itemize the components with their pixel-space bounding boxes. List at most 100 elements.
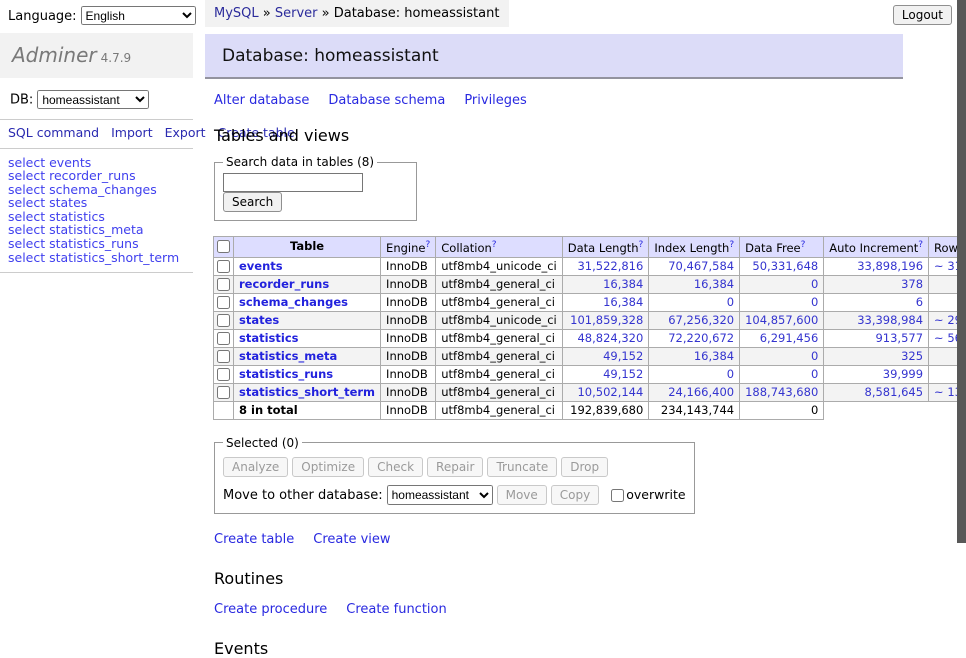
row-checkbox[interactable] xyxy=(217,386,230,399)
table-name-cell: events xyxy=(234,257,381,275)
breadcrumb-separator: » xyxy=(318,6,334,21)
column-help-link[interactable]: ? xyxy=(801,240,806,250)
database-action-link[interactable]: Alter database xyxy=(214,93,309,108)
sidebar-command-link[interactable]: Export xyxy=(165,125,206,140)
data-free-cell: 0 xyxy=(740,365,824,383)
data-length-cell: 49,152 xyxy=(562,365,649,383)
language-row: Language:English xyxy=(0,0,193,31)
table-name-link[interactable]: recorder_runs xyxy=(239,277,329,291)
routine-link[interactable]: Create function xyxy=(346,602,446,617)
column-help-link[interactable]: ? xyxy=(801,240,806,250)
analyze-button[interactable]: Analyze xyxy=(223,457,288,477)
index-length-cell: 67,256,320 xyxy=(649,311,740,329)
data-free-cell: 104,857,600 xyxy=(740,311,824,329)
table-name-link[interactable]: states xyxy=(239,313,279,327)
column-help-link[interactable]: ? xyxy=(729,240,734,250)
page-title: Database: homeassistant xyxy=(205,34,903,79)
collation-cell: utf8mb4_general_ci xyxy=(436,383,563,401)
engine-cell: InnoDB xyxy=(381,329,436,347)
row-checkbox[interactable] xyxy=(217,296,230,309)
breadcrumb-link[interactable]: Server xyxy=(275,6,318,21)
sidebar-select-link[interactable]: select states xyxy=(8,196,193,210)
selected-fieldset: Selected (0) AnalyzeOptimizeCheckRepairT… xyxy=(214,436,695,514)
database-action-link[interactable]: Database schema xyxy=(328,93,445,108)
logout-button[interactable]: Logout xyxy=(893,5,952,25)
sidebar-command-link[interactable]: SQL command xyxy=(8,125,99,140)
table-row: schema_changesInnoDButf8mb4_general_ci16… xyxy=(214,293,966,311)
db-select[interactable]: homeassistant xyxy=(37,90,149,109)
selected-actions: AnalyzeOptimizeCheckRepairTruncateDrop xyxy=(223,457,686,477)
table-name-link[interactable]: schema_changes xyxy=(239,295,348,309)
overwrite-checkbox[interactable] xyxy=(611,489,624,502)
table-name-link[interactable]: statistics xyxy=(239,331,299,345)
collation-cell: utf8mb4_unicode_ci xyxy=(436,311,563,329)
table-name-cell: statistics_short_term xyxy=(234,383,381,401)
truncate-button[interactable]: Truncate xyxy=(487,457,557,477)
table-name-link[interactable]: statistics_runs xyxy=(239,367,333,381)
table-total-row: 8 in totalInnoDButf8mb4_general_ci192,83… xyxy=(214,401,966,419)
sidebar-select-link[interactable]: select statistics xyxy=(8,210,193,224)
sidebar-select-link[interactable]: select statistics_runs xyxy=(8,237,193,251)
sidebar-select-link[interactable]: select statistics_meta xyxy=(8,223,193,237)
sidebar-select-link[interactable]: select events xyxy=(8,156,193,170)
check-button[interactable]: Check xyxy=(368,457,423,477)
column-help-link[interactable]: ? xyxy=(639,240,644,250)
database-action-link[interactable]: Privileges xyxy=(464,93,527,108)
sidebar-commands: SQL commandImportExportCreate table xyxy=(0,120,186,148)
column-help-link[interactable]: ? xyxy=(492,240,497,250)
table-name-link[interactable]: statistics_meta xyxy=(239,349,337,363)
data-length-cell: 101,859,328 xyxy=(562,311,649,329)
move-button[interactable]: Move xyxy=(497,485,547,505)
table-name-link[interactable]: statistics_short_term xyxy=(239,385,375,399)
breadcrumb: MySQL » Server » Database: homeassistant xyxy=(205,0,509,27)
move-db-select[interactable]: homeassistant xyxy=(387,485,493,505)
table-row: recorder_runsInnoDButf8mb4_general_ci16,… xyxy=(214,275,966,293)
row-checkbox[interactable] xyxy=(217,332,230,345)
column-help-link[interactable]: ? xyxy=(918,240,923,250)
search-button[interactable]: Search xyxy=(223,192,282,212)
column-help-link[interactable]: ? xyxy=(492,240,497,250)
column-header: Engine? xyxy=(381,237,436,258)
tables-overview-table: TableEngine?Collation?Data Length?Index … xyxy=(213,236,966,420)
column-help-link[interactable]: ? xyxy=(425,240,430,250)
column-help-link[interactable]: ? xyxy=(425,240,430,250)
row-checkbox[interactable] xyxy=(217,368,230,381)
select-all-checkbox[interactable] xyxy=(217,240,230,253)
row-checkbox[interactable] xyxy=(217,350,230,363)
engine-cell: InnoDB xyxy=(381,383,436,401)
table-row: statistics_short_term InnoDButf8mb4_gener… xyxy=(214,383,966,401)
column-help-link[interactable]: ? xyxy=(918,240,923,250)
sidebar-select-link[interactable]: select statistics_short_term xyxy=(8,251,193,265)
create-link[interactable]: Create view xyxy=(313,532,390,547)
vertical-scrollbar[interactable] xyxy=(957,0,966,543)
engine-cell: InnoDB xyxy=(381,347,436,365)
engine-cell: InnoDB xyxy=(381,365,436,383)
routine-link[interactable]: Create procedure xyxy=(214,602,327,617)
repair-button[interactable]: Repair xyxy=(427,457,483,477)
create-link[interactable]: Create table xyxy=(214,532,294,547)
optimize-button[interactable]: Optimize xyxy=(292,457,364,477)
auto-increment-cell: 913,577 xyxy=(824,329,929,347)
sidebar-command-link[interactable]: Import xyxy=(111,125,153,140)
row-checkbox[interactable] xyxy=(217,314,230,327)
drop-button[interactable]: Drop xyxy=(561,457,608,477)
language-select[interactable]: English xyxy=(81,6,196,25)
row-checkbox[interactable] xyxy=(217,260,230,273)
sidebar-select-link[interactable]: select schema_changes xyxy=(8,183,193,197)
auto-increment-cell: 325 xyxy=(824,347,929,365)
table-name-link[interactable]: events xyxy=(239,259,283,273)
table-name-cell: recorder_runs xyxy=(234,275,381,293)
engine-cell: InnoDB xyxy=(381,275,436,293)
search-legend: Search data in tables (8) xyxy=(223,155,377,169)
copy-button[interactable]: Copy xyxy=(551,485,599,505)
sidebar-select-link[interactable]: select recorder_runs xyxy=(8,169,193,183)
overwrite-label: overwrite xyxy=(626,487,685,502)
column-help-link[interactable]: ? xyxy=(639,240,644,250)
row-checkbox[interactable] xyxy=(217,278,230,291)
breadcrumb-link[interactable]: MySQL xyxy=(214,6,259,21)
auto-increment-cell: 8,581,645 xyxy=(824,383,929,401)
column-help-link[interactable]: ? xyxy=(729,240,734,250)
search-input[interactable] xyxy=(223,173,363,192)
data-length-cell: 10,502,144 xyxy=(562,383,649,401)
routines-heading: Routines xyxy=(214,569,903,588)
